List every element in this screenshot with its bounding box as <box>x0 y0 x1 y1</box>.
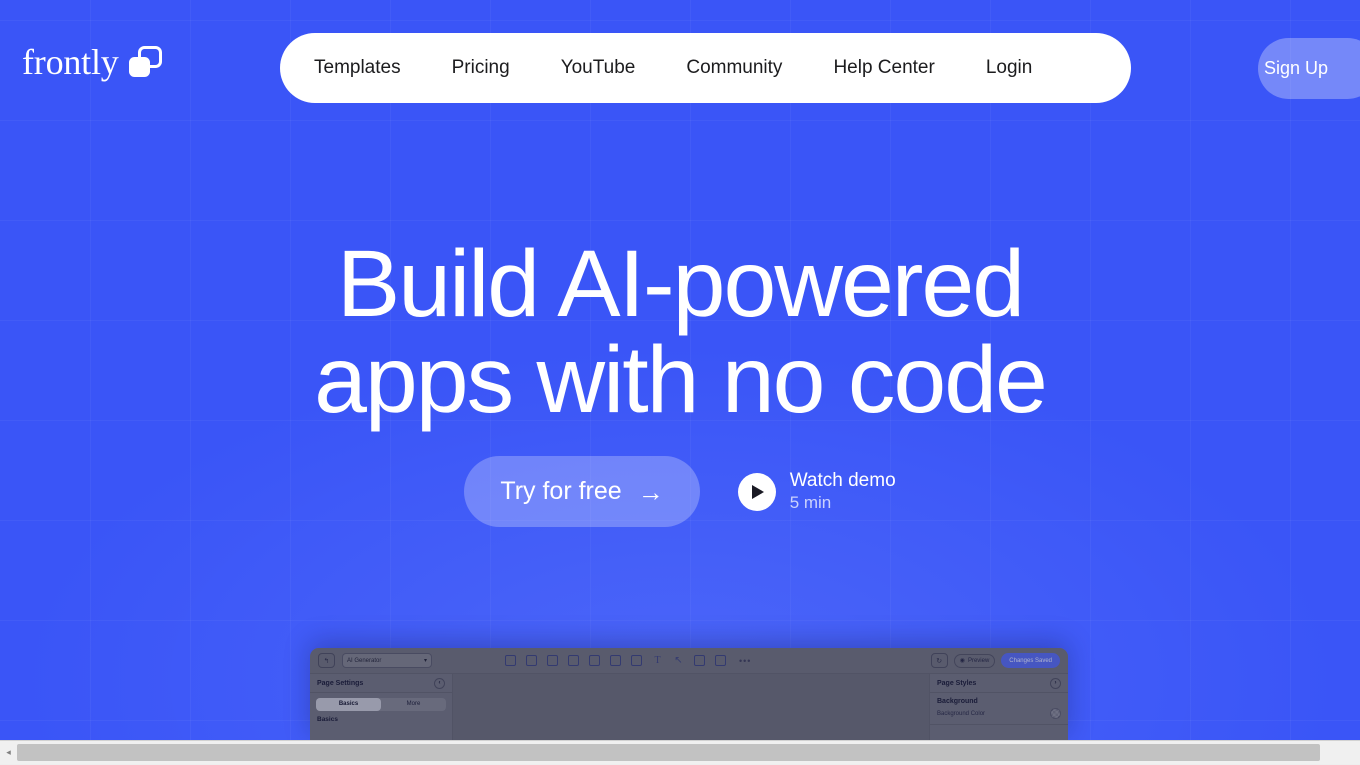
clipboard-icon[interactable] <box>526 655 537 666</box>
hero-cta-row: Try for free → Watch demo 5 min <box>0 456 1360 527</box>
page-styles-panel: Page Styles › Background Background Colo… <box>929 674 1068 740</box>
page-title: Build AI-powered apps with no code <box>314 231 1048 433</box>
site-header: frontly Templates Pricing YouTube Commun… <box>0 0 1360 128</box>
undo-icon[interactable]: ↰ <box>318 653 335 668</box>
eye-icon: ◉ <box>959 658 965 664</box>
chevron-right-icon[interactable]: › <box>1050 677 1061 689</box>
page-viewport: frontly Templates Pricing YouTube Commun… <box>0 0 1360 740</box>
save-status-badge[interactable]: Changes Saved <box>1001 653 1060 668</box>
app-preview-screenshot: ↰ AI Generator ▾ T ↖ ••• ↻ ◉ Preview Cha… <box>310 648 1068 740</box>
page-settings-tabs: Basics More <box>316 698 446 711</box>
page-settings-title: Page Settings <box>317 679 364 687</box>
form-icon[interactable] <box>694 655 705 666</box>
nav-item-pricing[interactable]: Pricing <box>452 49 510 87</box>
logo-wordmark: frontly <box>22 42 119 82</box>
horizontal-scrollbar[interactable]: ◂ <box>0 740 1360 764</box>
table-icon[interactable] <box>505 655 516 666</box>
input-icon[interactable] <box>631 655 642 666</box>
ai-generator-select[interactable]: AI Generator ▾ <box>342 653 432 668</box>
tab-more[interactable]: More <box>381 698 446 711</box>
primary-nav: Templates Pricing YouTube Community Help… <box>280 33 1131 103</box>
nav-item-community[interactable]: Community <box>686 49 782 87</box>
color-swatch-icon[interactable] <box>1050 708 1061 719</box>
page-styles-title: Page Styles <box>937 679 977 687</box>
nav-item-youtube[interactable]: YouTube <box>561 49 636 87</box>
basics-section-label: Basics <box>317 716 338 723</box>
scrollbar-track[interactable] <box>17 741 1360 765</box>
overlapping-squares-icon <box>128 46 162 77</box>
watch-demo-text: Watch demo 5 min <box>790 470 896 514</box>
app-preview-tool-group: T ↖ ••• <box>505 655 751 666</box>
layout-icon[interactable] <box>715 655 726 666</box>
app-preview-toolbar: ↰ AI Generator ▾ T ↖ ••• ↻ ◉ Preview Cha… <box>310 648 1068 674</box>
page-styles-header: Page Styles › <box>930 674 1068 693</box>
tab-basics[interactable]: Basics <box>316 698 381 711</box>
page-settings-header: Page Settings ‹ <box>310 674 452 693</box>
nav-item-help-center[interactable]: Help Center <box>833 49 934 87</box>
watch-demo-title: Watch demo <box>789 469 896 491</box>
background-color-row[interactable]: Background Color <box>930 705 1068 719</box>
grid-icon[interactable] <box>547 655 558 666</box>
pointer-icon[interactable]: ↖ <box>673 655 684 666</box>
arrow-right-icon: → <box>637 476 664 507</box>
background-section-label: Background <box>937 698 978 705</box>
chevron-down-icon: ▾ <box>423 658 427 664</box>
chevron-left-icon[interactable]: ‹ <box>434 677 445 689</box>
watch-demo-duration: 5 min <box>789 492 832 512</box>
try-for-free-label: Try for free <box>500 477 622 505</box>
page-settings-panel: Page Settings ‹ Basics More Basics <box>310 674 453 740</box>
preview-label: Preview <box>967 657 990 664</box>
try-for-free-button[interactable]: Try for free → <box>464 456 700 527</box>
ellipsis-icon[interactable]: ••• <box>739 656 751 666</box>
calendar-icon[interactable] <box>589 655 600 666</box>
app-preview-body: Page Settings ‹ Basics More Basics Page … <box>310 674 1068 740</box>
app-preview-canvas[interactable] <box>453 674 929 740</box>
preview-button[interactable]: ◉ Preview <box>953 653 996 668</box>
nav-item-templates[interactable]: Templates <box>314 49 401 87</box>
sign-up-button[interactable]: Sign Up <box>1258 38 1360 99</box>
text-icon[interactable]: T <box>652 655 663 666</box>
scrollbar-thumb[interactable] <box>17 743 1320 761</box>
scroll-left-arrow-icon[interactable]: ◂ <box>0 741 17 765</box>
background-color-label: Background Color <box>937 710 986 717</box>
panel-divider <box>930 724 1068 725</box>
watch-demo-button[interactable]: Watch demo 5 min <box>737 470 896 514</box>
nav-item-login[interactable]: Login <box>986 49 1033 87</box>
history-icon[interactable]: ↻ <box>930 653 948 668</box>
logo[interactable]: frontly <box>22 44 162 80</box>
app-preview-toolbar-right: ↻ ◉ Preview Changes Saved <box>930 653 1060 668</box>
chart-pie-icon[interactable] <box>610 655 621 666</box>
image-icon[interactable] <box>568 655 579 666</box>
ai-generator-value: AI Generator <box>347 657 382 664</box>
play-icon <box>737 472 776 511</box>
